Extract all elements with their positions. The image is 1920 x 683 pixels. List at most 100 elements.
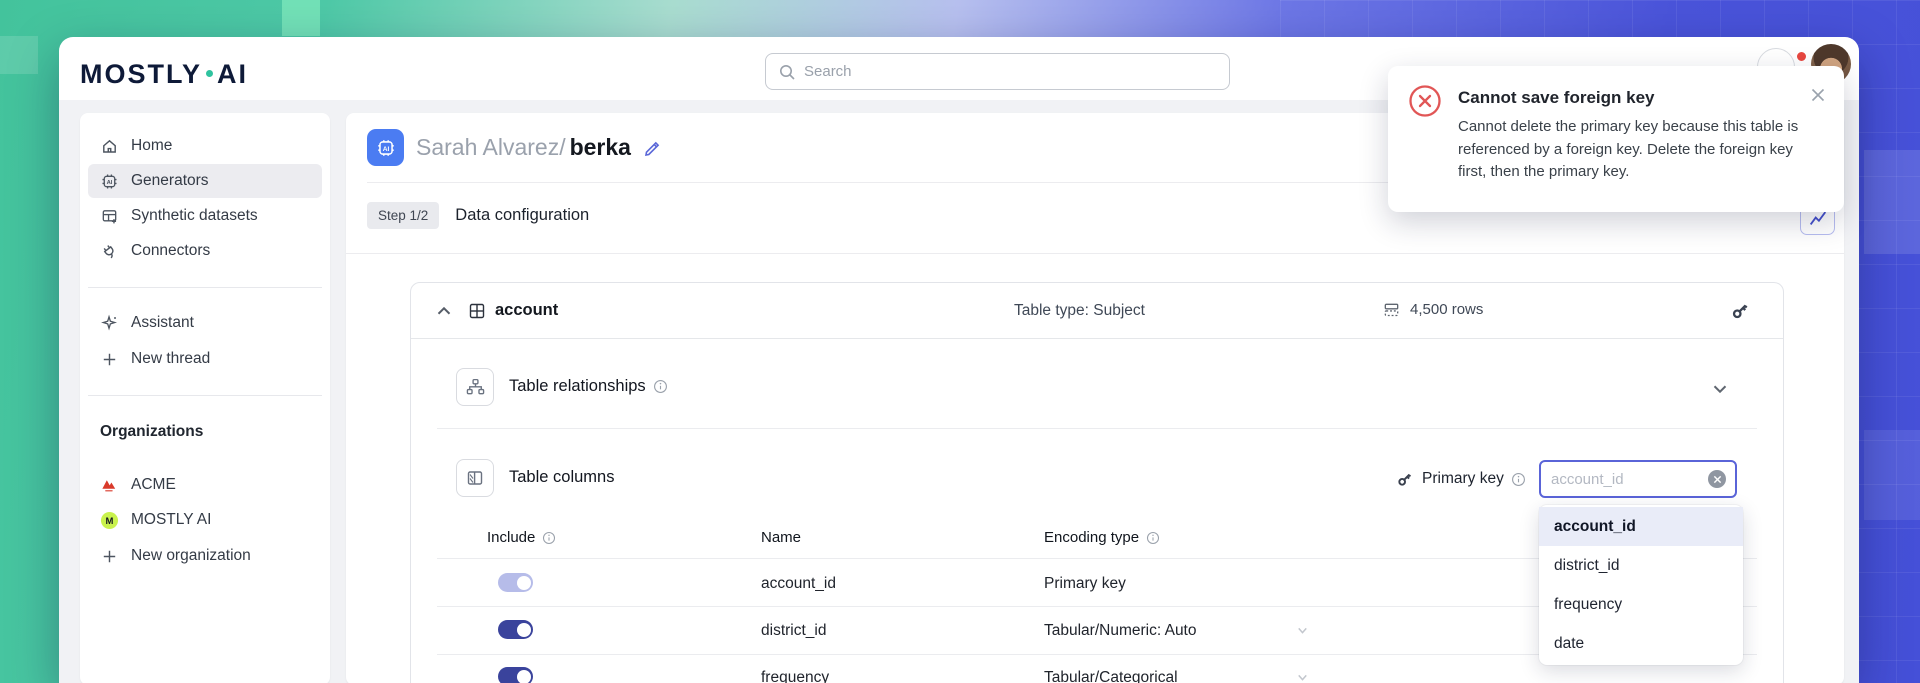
primary-key-icon	[1395, 469, 1415, 489]
clear-value-icon[interactable]	[1708, 470, 1726, 488]
sidebar-item-label: Connectors	[131, 242, 210, 260]
decor-square	[1864, 150, 1920, 254]
expand-chevron-down-icon[interactable]	[1709, 378, 1731, 400]
sidebar-item-label: Home	[131, 137, 172, 155]
sidebar-item-org-mostly-ai[interactable]: M MOSTLY AI	[88, 503, 322, 537]
project-title: AI Sarah Alvarez/ berka	[367, 129, 663, 166]
column-header-encoding: Encoding type	[1044, 529, 1160, 546]
sidebar: Home AI Generators Synthetic datasets Co…	[80, 113, 330, 683]
sidebar-item-new-organization[interactable]: New organization	[88, 539, 322, 573]
column-header-include: Include	[487, 529, 556, 546]
table-name: account	[495, 301, 558, 320]
dropdown-option-district-id[interactable]: district_id	[1539, 546, 1743, 585]
relationships-label: Table relationships	[509, 377, 668, 396]
row-count: 4,500 rows	[1382, 300, 1483, 319]
info-icon[interactable]	[653, 379, 668, 394]
sidebar-item-label: New thread	[131, 350, 210, 368]
table-icon	[467, 301, 487, 321]
key-icon[interactable]	[1729, 299, 1752, 322]
divider	[437, 428, 1757, 429]
step-row: Step 1/2 Data configuration	[367, 202, 589, 229]
sidebar-item-home[interactable]: Home	[88, 129, 322, 163]
search-icon	[778, 63, 796, 81]
rows-icon	[1382, 300, 1401, 319]
screen: MOSTLY AI Home AI Generators Synthetic d…	[0, 0, 1920, 683]
sidebar-item-connectors[interactable]: Connectors	[88, 234, 322, 268]
sidebar-item-label: MOSTLY AI	[131, 511, 211, 529]
encoding-select-chevron-icon[interactable]	[1295, 670, 1310, 683]
sidebar-divider	[88, 287, 322, 288]
collapse-chevron-up-icon[interactable]	[433, 300, 455, 322]
account-card-header: account Table type: Subject 4,500 rows	[411, 283, 1783, 339]
project-name: berka	[570, 134, 631, 161]
columns-icon-box	[456, 459, 494, 497]
toast-title: Cannot save foreign key	[1458, 88, 1655, 108]
sidebar-item-label: Assistant	[131, 314, 194, 332]
divider	[346, 253, 1844, 254]
column-name-cell: account_id	[761, 575, 836, 593]
page-title: Data configuration	[455, 206, 589, 225]
columns-icon	[465, 468, 485, 488]
primary-key-input[interactable]	[1551, 462, 1701, 496]
sparkle-icon	[100, 314, 119, 333]
close-icon[interactable]	[1810, 87, 1826, 103]
sidebar-item-label: New organization	[131, 547, 251, 565]
encoding-cell: Primary key	[1044, 575, 1126, 593]
notification-dot	[1796, 51, 1807, 62]
logo-word-2: AI	[217, 59, 248, 90]
mostly-ai-org-icon: M	[100, 511, 119, 530]
global-search	[765, 53, 1230, 90]
info-icon[interactable]	[542, 531, 556, 545]
logo-word-1: MOSTLY	[80, 59, 202, 90]
dropdown-option-date[interactable]: date	[1539, 624, 1743, 663]
error-toast: Cannot save foreign key Cannot delete th…	[1388, 66, 1844, 212]
account-table-card: account Table type: Subject 4,500 rows T…	[410, 282, 1784, 683]
sidebar-item-synthetic-datasets[interactable]: Synthetic datasets	[88, 199, 322, 233]
acme-logo-icon	[100, 476, 119, 494]
decor-square	[0, 36, 38, 74]
project-owner: Sarah Alvarez/	[416, 134, 566, 161]
sidebar-item-generators[interactable]: AI Generators	[88, 164, 322, 198]
hierarchy-icon	[465, 377, 486, 398]
column-header-name: Name	[761, 529, 801, 546]
encoding-select-chevron-icon[interactable]	[1295, 623, 1310, 638]
step-badge: Step 1/2	[367, 202, 439, 229]
generator-ai-icon: AI	[367, 129, 404, 166]
table-type-label: Table type: Subject	[1014, 302, 1145, 320]
search-input[interactable]	[804, 54, 1214, 88]
sidebar-divider	[88, 395, 322, 396]
include-toggle-on[interactable]	[498, 620, 533, 639]
toast-message: Cannot delete the primary key because th…	[1458, 116, 1822, 184]
info-icon[interactable]	[1511, 472, 1526, 487]
primary-key-group: Primary key	[1395, 469, 1526, 489]
column-name-cell: frequency	[761, 669, 829, 683]
sidebar-item-label: ACME	[131, 476, 176, 494]
logo-dot	[206, 70, 213, 77]
sidebar-item-new-thread[interactable]: New thread	[88, 342, 322, 376]
svg-text:M: M	[106, 515, 114, 526]
error-circle-icon	[1408, 84, 1442, 118]
edit-pencil-icon[interactable]	[643, 138, 663, 158]
organizations-heading: Organizations	[100, 423, 203, 441]
home-icon	[100, 137, 119, 156]
encoding-cell: Tabular/Categorical	[1044, 669, 1178, 683]
dropdown-option-frequency[interactable]: frequency	[1539, 585, 1743, 624]
primary-key-field	[1539, 460, 1737, 498]
sidebar-item-label: Synthetic datasets	[131, 207, 258, 225]
ai-chip-icon: AI	[100, 172, 119, 191]
include-toggle-muted[interactable]	[498, 573, 533, 592]
plus-icon	[100, 547, 119, 566]
decor-square	[282, 0, 320, 36]
include-toggle-on[interactable]	[498, 667, 533, 683]
plus-icon	[100, 350, 119, 369]
columns-label: Table columns	[509, 468, 614, 487]
dataset-table-icon	[100, 207, 119, 226]
primary-key-label: Primary key	[1422, 470, 1504, 488]
primary-key-dropdown: account_id district_id frequency date	[1539, 505, 1743, 665]
sidebar-item-assistant[interactable]: Assistant	[88, 306, 322, 340]
mostly-ai-logo[interactable]: MOSTLY AI	[80, 59, 248, 90]
decor-square	[1864, 430, 1920, 520]
info-icon[interactable]	[1146, 531, 1160, 545]
sidebar-item-org-acme[interactable]: ACME	[88, 468, 322, 502]
dropdown-option-account-id[interactable]: account_id	[1539, 507, 1743, 546]
